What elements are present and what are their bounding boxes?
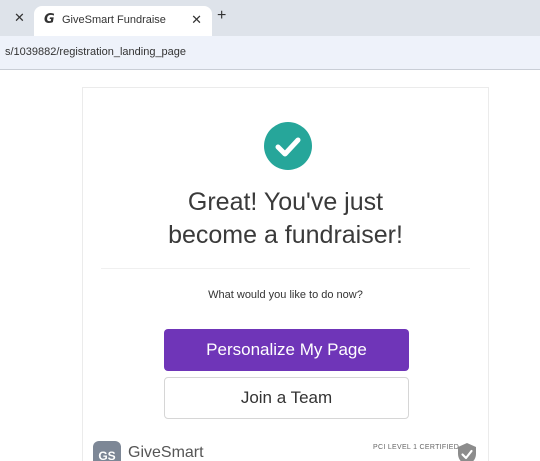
join-a-team-button[interactable]: Join a Team (164, 377, 409, 419)
registration-success-card: Great! You've just become a fundraiser! … (82, 87, 489, 461)
tab-title: GiveSmart Fundraise (62, 14, 166, 26)
headline-line-2: become a fundraiser! (168, 221, 403, 249)
next-step-question: What would you like to do now? (208, 289, 363, 301)
givesmart-favicon-icon: G (44, 12, 55, 27)
page-title: Great! You've just become a fundraiser! (83, 186, 488, 252)
close-icon[interactable]: ✕ (191, 13, 202, 27)
url-text[interactable]: s/1039882/registration_landing_page (5, 46, 186, 58)
address-bar[interactable]: s/1039882/registration_landing_page (0, 36, 540, 70)
personalize-my-page-button[interactable]: Personalize My Page (164, 329, 409, 371)
close-icon[interactable]: ✕ (14, 11, 25, 25)
givesmart-logo-mark: GS (93, 441, 121, 461)
pci-certified-label: PCI LEVEL 1 CERTIFIED (373, 444, 460, 451)
browser-tab-givesmart[interactable]: G GiveSmart Fundraise ✕ (34, 6, 212, 36)
plus-icon[interactable]: + (217, 8, 226, 24)
headline-line-1: Great! You've just (187, 188, 384, 216)
shield-check-icon (456, 442, 478, 461)
browser-tab-strip: ✕ G GiveSmart Fundraise ✕ + (0, 0, 540, 36)
check-circle-icon (264, 122, 312, 170)
givesmart-logo-text: GiveSmart (128, 444, 204, 461)
divider (101, 268, 470, 269)
